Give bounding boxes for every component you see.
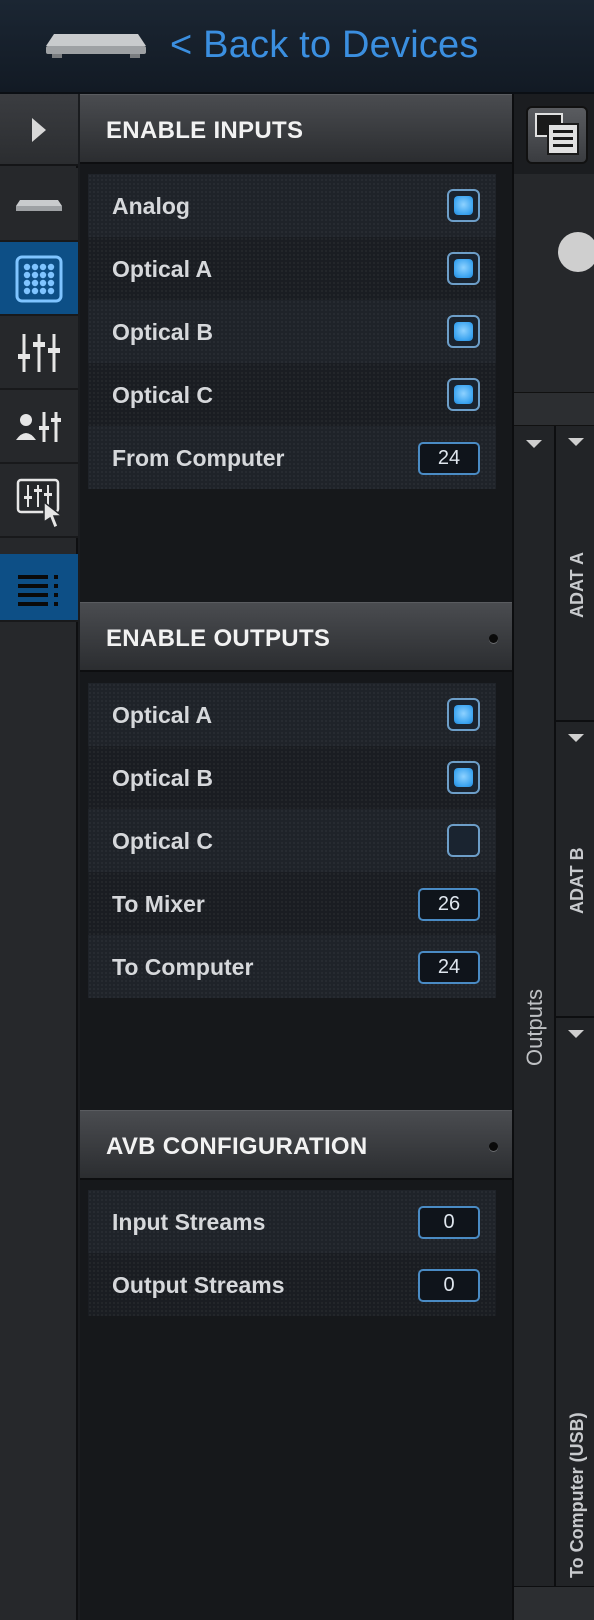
optical-a-output-checkbox[interactable] [447, 698, 480, 731]
routing-view-icon [535, 113, 579, 155]
optical-a-input-checkbox[interactable] [447, 252, 480, 285]
list-item: Optical B [88, 746, 496, 809]
sidebar-item-touch-mixer[interactable] [0, 464, 78, 538]
row-label: From Computer [112, 445, 285, 471]
list-item: To Computer 24 [88, 935, 496, 998]
enable-outputs-header[interactable]: ENABLE OUTPUTS [80, 602, 512, 672]
knob-area [514, 174, 594, 392]
sidebar-item-user-mix[interactable] [0, 390, 78, 464]
analog-input-checkbox[interactable] [447, 189, 480, 222]
row-label: Analog [112, 193, 190, 219]
list-item: Optical A [88, 237, 496, 300]
strip-footer [514, 1586, 594, 1620]
outputs-label: Outputs [522, 988, 547, 1066]
adat-b-group[interactable]: ADAT B [556, 722, 594, 1018]
list-item: Output Streams 0 [88, 1253, 496, 1316]
avb-configuration-list: Input Streams 0 Output Streams 0 [88, 1190, 496, 1316]
list-item: From Computer 24 [88, 426, 496, 489]
indicator-dot [489, 1142, 498, 1151]
section-title: ENABLE OUTPUTS [106, 625, 331, 652]
enable-inputs-list: Analog Optical A Optical B Optical C Fro… [88, 174, 496, 489]
list-icon [18, 575, 58, 606]
device-icon [16, 200, 62, 211]
row-label: Optical B [112, 765, 213, 791]
indicator-dot [489, 634, 498, 643]
sidebar-expand-button[interactable] [0, 94, 78, 166]
row-label: Optical C [112, 382, 213, 408]
sidebar-item-device[interactable] [0, 168, 78, 242]
expand-arrow-icon [32, 118, 46, 142]
routing-grid-icon [15, 255, 63, 303]
input-streams-field[interactable]: 0 [418, 1206, 480, 1239]
rack-device-icon [46, 34, 146, 58]
enable-inputs-header[interactable]: ENABLE INPUTS [80, 94, 512, 164]
list-item: Optical A [88, 683, 496, 746]
settings-panel: ENABLE INPUTS Analog Optical A Optical B… [80, 94, 512, 1620]
section-title: ENABLE INPUTS [106, 117, 304, 144]
left-sidebar [0, 94, 78, 1620]
row-label: Input Streams [112, 1209, 266, 1235]
list-item: Optical C [88, 809, 496, 872]
sidebar-item-routing[interactable] [0, 242, 78, 316]
optical-b-output-checkbox[interactable] [447, 761, 480, 794]
group-label: ADAT A [567, 552, 587, 618]
row-label: Optical C [112, 828, 213, 854]
outputs-column[interactable]: Outputs [514, 426, 556, 1586]
routing-view-button[interactable] [526, 106, 588, 164]
chevron-down-icon[interactable] [568, 438, 584, 446]
list-item: Optical C [88, 363, 496, 426]
list-item: To Mixer 26 [88, 872, 496, 935]
chevron-down-icon[interactable] [568, 734, 584, 742]
back-to-devices-link[interactable]: < Back to Devices [170, 24, 479, 67]
group-label: To Computer (USB) [567, 1412, 587, 1578]
group-label: ADAT B [567, 847, 587, 914]
touch-mixer-icon [16, 478, 65, 530]
output-groups-column: ADAT A ADAT B To Computer (USB) [556, 426, 594, 1586]
chevron-down-icon[interactable] [526, 440, 542, 448]
strip-divider [514, 392, 594, 426]
optical-c-output-checkbox[interactable] [447, 824, 480, 857]
row-label: To Computer [112, 954, 254, 980]
scroll-knob[interactable] [558, 232, 594, 272]
list-item: Analog [88, 174, 496, 237]
avb-configuration-header[interactable]: AVB CONFIGURATION [80, 1110, 512, 1180]
to-mixer-count-field[interactable]: 26 [418, 888, 480, 921]
row-label: Output Streams [112, 1272, 285, 1298]
from-computer-count-field[interactable]: 24 [418, 442, 480, 475]
to-computer-count-field[interactable]: 24 [418, 951, 480, 984]
sidebar-item-mixer[interactable] [0, 316, 78, 390]
optical-b-input-checkbox[interactable] [447, 315, 480, 348]
sidebar-item-settings-list[interactable] [0, 554, 78, 622]
enable-outputs-list: Optical A Optical B Optical C To Mixer 2… [88, 683, 496, 998]
user-mix-icon [16, 412, 61, 442]
list-item: Input Streams 0 [88, 1190, 496, 1253]
section-title: AVB CONFIGURATION [106, 1133, 368, 1160]
row-label: Optical A [112, 256, 213, 282]
chevron-down-icon[interactable] [568, 1030, 584, 1038]
top-bar: < Back to Devices [0, 0, 594, 94]
adat-a-group[interactable]: ADAT A [556, 426, 594, 722]
to-computer-usb-group[interactable]: To Computer (USB) [556, 1018, 594, 1586]
optical-c-input-checkbox[interactable] [447, 378, 480, 411]
output-streams-field[interactable]: 0 [418, 1269, 480, 1302]
row-label: Optical B [112, 319, 213, 345]
row-label: Optical A [112, 702, 213, 728]
row-label: To Mixer [112, 891, 205, 917]
routing-strip: Outputs ADAT A ADAT B To Computer (USB) [512, 94, 594, 1620]
mixer-faders-icon [18, 334, 60, 372]
list-item: Optical B [88, 300, 496, 363]
